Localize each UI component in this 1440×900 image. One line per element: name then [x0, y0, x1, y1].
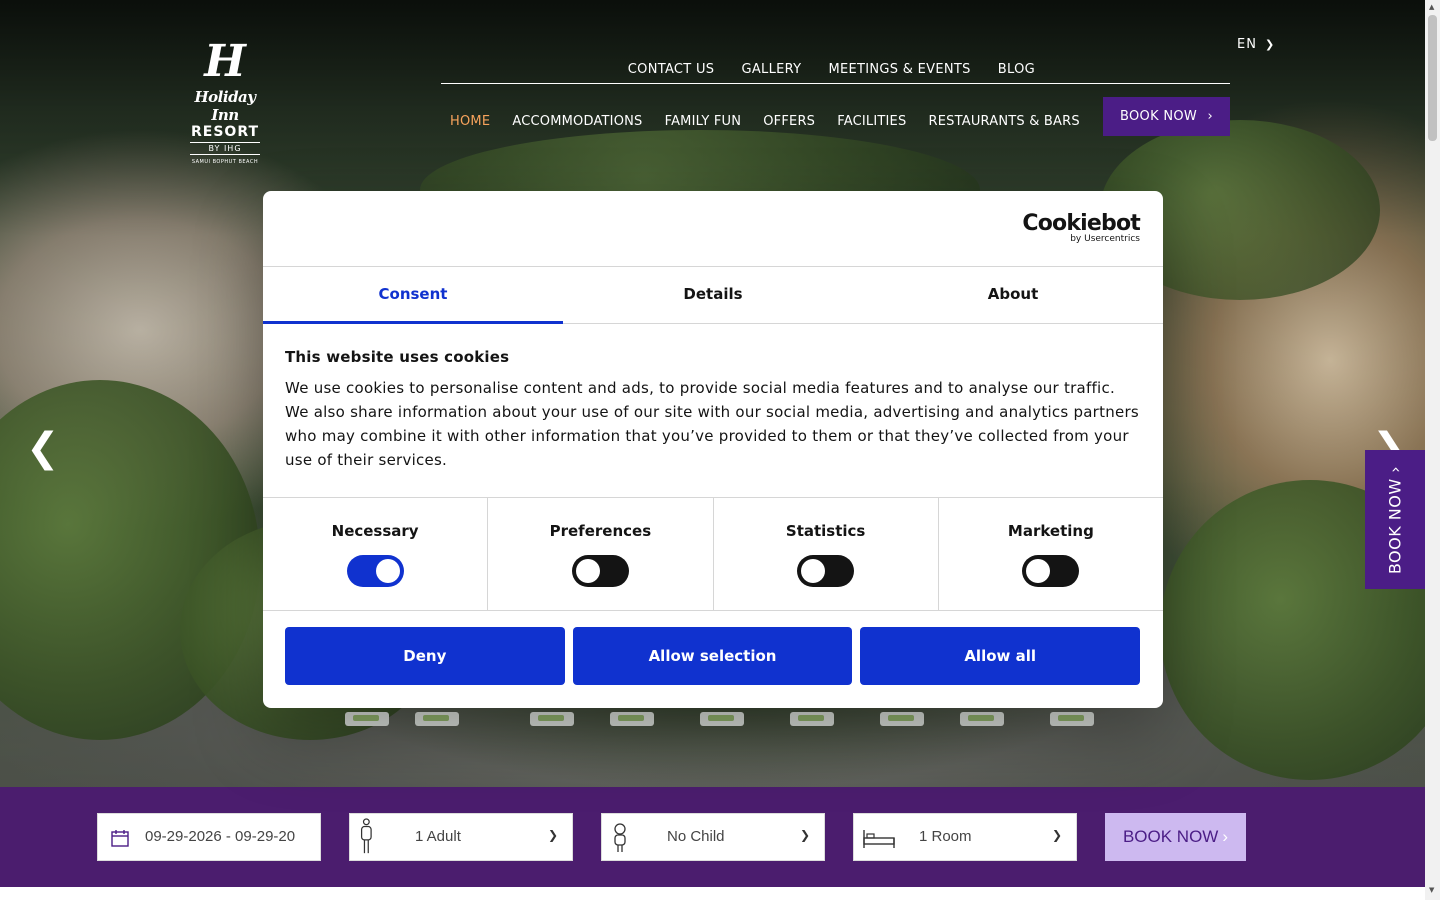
- toggle-knob: [375, 559, 400, 583]
- bed-icon: [863, 830, 895, 848]
- date-range-value: 09-29-2026 - 09-29-20: [145, 828, 296, 845]
- language-label: EN: [1237, 37, 1257, 52]
- header-book-now-label: BOOK NOW: [1120, 109, 1198, 124]
- logo-line-2: RESORT: [190, 124, 260, 140]
- language-selector[interactable]: EN ❯: [1237, 37, 1275, 52]
- category-necessary: Necessary: [263, 498, 489, 610]
- category-necessary-label: Necessary: [331, 522, 419, 540]
- nav-contact-us[interactable]: CONTACT US: [628, 62, 715, 77]
- booking-bar: 09-29-2026 - 09-29-20 1 Adult ❯ No Child…: [0, 787, 1425, 887]
- booking-bar-book-now-button[interactable]: BOOK NOW ›: [1105, 813, 1246, 861]
- necessary-toggle[interactable]: [346, 555, 404, 587]
- cookie-dialog-tabs: Consent Details About: [263, 267, 1163, 324]
- scroll-down-icon[interactable]: ▼: [1429, 886, 1434, 894]
- adults-value: 1 Adult: [415, 828, 461, 845]
- allow-selection-button[interactable]: Allow selection: [572, 627, 853, 685]
- category-marketing: Marketing: [939, 498, 1163, 610]
- nav-meetings-events[interactable]: MEETINGS & EVENTS: [828, 62, 970, 77]
- cookie-dialog-header: Cookiebot by Usercentrics: [263, 191, 1163, 267]
- tab-details[interactable]: Details: [563, 267, 863, 323]
- nav-offers[interactable]: OFFERS: [763, 114, 815, 129]
- cookie-category-toggles: Necessary Preferences Statistics Marketi…: [263, 498, 1163, 611]
- scrollbar-thumb[interactable]: [1428, 15, 1437, 141]
- nav-restaurants-bars[interactable]: RESTAURANTS & BARS: [929, 114, 1080, 129]
- chevron-down-icon: ❯: [547, 828, 558, 842]
- cookie-dialog-title: This website uses cookies: [285, 348, 510, 366]
- adult-icon: [360, 818, 372, 854]
- cookie-dialog-text: We use cookies to personalise content an…: [285, 379, 1139, 469]
- allow-all-button[interactable]: Allow all: [860, 627, 1141, 685]
- main-nav: HOME ACCOMMODATIONS FAMILY FUN OFFERS FA…: [450, 110, 1097, 129]
- category-preferences-label: Preferences: [549, 522, 652, 540]
- nav-facilities[interactable]: FACILITIES: [837, 114, 906, 129]
- date-range-field[interactable]: 09-29-2026 - 09-29-20: [97, 813, 321, 861]
- logo-line-3: BY IHG: [190, 142, 260, 155]
- resort-logo[interactable]: H Holiday Inn RESORT BY IHG SAMUI BOPHUT…: [180, 38, 270, 165]
- tab-about[interactable]: About: [863, 267, 1163, 323]
- rooms-select[interactable]: 1 Room ❯: [853, 813, 1077, 861]
- chevron-down-icon: ❯: [1264, 38, 1276, 51]
- chevron-down-icon: ❯: [799, 828, 810, 842]
- calendar-icon: [111, 830, 129, 847]
- logo-line-1: Holiday Inn: [194, 88, 257, 124]
- nav-gallery[interactable]: GALLERY: [741, 62, 801, 77]
- category-marketing-label: Marketing: [1007, 522, 1094, 540]
- cookiebot-logo[interactable]: Cookiebot by Usercentrics: [1022, 211, 1140, 245]
- cookiebot-brand: Cookiebot: [1022, 211, 1140, 236]
- chevron-right-icon: ›: [1385, 465, 1405, 473]
- cookie-consent-dialog: Cookiebot by Usercentrics Consent Detail…: [263, 191, 1163, 708]
- adults-select[interactable]: 1 Adult ❯: [349, 813, 573, 861]
- nav-blog[interactable]: BLOG: [998, 62, 1035, 77]
- header-book-now-button[interactable]: BOOK NOW ›: [1103, 97, 1230, 136]
- statistics-toggle[interactable]: [797, 555, 855, 587]
- cookie-dialog-body: This website uses cookies We use cookies…: [263, 324, 1163, 498]
- nav-accommodations[interactable]: ACCOMMODATIONS: [512, 114, 642, 129]
- child-icon: [614, 823, 626, 852]
- logo-h-mark: H: [204, 36, 246, 87]
- side-book-now-tab[interactable]: BOOK NOW ›: [1365, 450, 1425, 589]
- tab-consent[interactable]: Consent: [263, 267, 563, 324]
- top-nav: CONTACT US GALLERY MEETINGS & EVENTS BLO…: [441, 58, 1230, 84]
- chevron-down-icon: ❯: [1051, 828, 1062, 842]
- toggle-knob: [801, 559, 826, 583]
- cookie-dialog-actions: Deny Allow selection Allow all: [263, 611, 1163, 685]
- nav-family-fun[interactable]: FAMILY FUN: [665, 114, 742, 129]
- category-statistics: Statistics: [714, 498, 939, 610]
- rooms-value: 1 Room: [919, 828, 972, 845]
- side-book-now-label: BOOK NOW: [1385, 478, 1405, 575]
- booking-bar-book-now-label: BOOK NOW: [1122, 827, 1219, 846]
- toggle-knob: [575, 559, 600, 583]
- chevron-right-icon: ›: [1222, 827, 1229, 846]
- toggle-knob: [1026, 559, 1051, 583]
- scroll-up-icon[interactable]: ▲: [1429, 3, 1434, 11]
- children-value: No Child: [667, 828, 725, 845]
- slider-prev-arrow-icon[interactable]: ❮: [26, 425, 60, 471]
- logo-line-4: SAMUI BOPHUT BEACH: [191, 159, 259, 165]
- preferences-toggle[interactable]: [571, 555, 629, 587]
- category-statistics-label: Statistics: [785, 522, 866, 540]
- marketing-toggle[interactable]: [1022, 555, 1080, 587]
- children-select[interactable]: No Child ❯: [601, 813, 825, 861]
- page-scrollbar[interactable]: ▲ ▼: [1425, 0, 1440, 900]
- chevron-right-icon: ›: [1207, 109, 1213, 124]
- page-bottom-edge: [0, 887, 1425, 900]
- nav-home[interactable]: HOME: [450, 114, 490, 129]
- deny-button[interactable]: Deny: [285, 627, 565, 685]
- category-preferences: Preferences: [488, 498, 714, 610]
